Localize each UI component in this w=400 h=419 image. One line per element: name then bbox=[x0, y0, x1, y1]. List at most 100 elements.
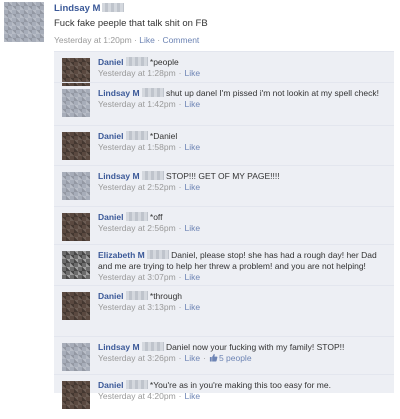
comment-body: Daniel *You're as in you're making this … bbox=[98, 380, 388, 402]
avatar[interactable] bbox=[62, 251, 90, 279]
separator: · bbox=[178, 302, 182, 312]
comment: Daniel *through Yesterday at 3:13pm · Like bbox=[54, 285, 394, 337]
comment-author-name[interactable]: Lindsay M bbox=[98, 342, 140, 352]
separator: · bbox=[134, 35, 137, 45]
separator: · bbox=[178, 391, 182, 401]
comments-list: Daniel *people Yesterday at 1:28pm · Like Li… bbox=[54, 51, 394, 409]
comment-like-link[interactable]: Like bbox=[185, 272, 201, 282]
comment-meta: Yesterday at 4:20pm · Like bbox=[98, 391, 388, 402]
avatar[interactable] bbox=[62, 213, 90, 241]
avatar[interactable] bbox=[62, 343, 90, 371]
comment-text: *through bbox=[149, 291, 183, 301]
comment-timestamp[interactable]: Yesterday at 1:42pm bbox=[98, 99, 176, 109]
comment-timestamp[interactable]: Yesterday at 3:13pm bbox=[98, 302, 176, 312]
status-post: Lindsay M Fuck fake peeple that talk shi… bbox=[0, 0, 400, 52]
comment-like-link[interactable]: Like bbox=[185, 353, 201, 363]
separator: · bbox=[178, 182, 182, 192]
comment-text: shut up danel I'm pissed i'm not lookin … bbox=[165, 88, 379, 98]
comment-body: Lindsay M STOP!!! GET OF MY PAGE!!!! Yest… bbox=[98, 171, 388, 193]
comment-timestamp[interactable]: Yesterday at 4:20pm bbox=[98, 391, 176, 401]
redacted-name-block bbox=[125, 131, 148, 140]
comment: Lindsay M Daniel now your fucking with m… bbox=[54, 336, 394, 375]
avatar[interactable] bbox=[62, 292, 90, 320]
comment-author-name[interactable]: Elizabeth M bbox=[98, 250, 145, 260]
comment-text: *You're as in you're making this too eas… bbox=[149, 380, 331, 390]
comment-body: Lindsay M Daniel now your fucking with m… bbox=[98, 342, 388, 364]
comment-author-name[interactable]: Lindsay M bbox=[98, 88, 140, 98]
comment-link[interactable]: Comment bbox=[162, 35, 199, 45]
avatar[interactable] bbox=[62, 89, 90, 117]
comment-meta: Yesterday at 2:52pm · Like bbox=[98, 182, 388, 193]
comment-author-name[interactable]: Daniel bbox=[98, 212, 124, 222]
redacted-name-block bbox=[125, 380, 148, 389]
comment-body: Daniel *off Yesterday at 2:56pm · Like bbox=[98, 212, 388, 234]
comment-like-link[interactable]: Like bbox=[185, 223, 201, 233]
comment-like-link[interactable]: Like bbox=[185, 99, 201, 109]
avatar[interactable] bbox=[62, 381, 90, 409]
comment-like-link[interactable]: Like bbox=[185, 302, 201, 312]
redacted-name-block bbox=[102, 3, 125, 12]
comment-like-link[interactable]: Like bbox=[185, 182, 201, 192]
comment-meta: Yesterday at 2:56pm · Like bbox=[98, 223, 388, 234]
comment-body: Daniel *people Yesterday at 1:28pm · Like bbox=[98, 57, 388, 79]
comment: Daniel *Daniel Yesterday at 1:58pm · Like bbox=[54, 125, 394, 166]
avatar[interactable] bbox=[62, 172, 90, 200]
comment-timestamp[interactable]: Yesterday at 1:58pm bbox=[98, 142, 176, 152]
like-link[interactable]: Like bbox=[139, 35, 155, 45]
likes-count-text[interactable]: 5 people bbox=[219, 353, 252, 363]
post-meta: Yesterday at 1:20pm · Like · Comment bbox=[54, 35, 199, 45]
comment-text: STOP!!! GET OF MY PAGE!!!! bbox=[165, 171, 280, 181]
comment-text: *Daniel bbox=[149, 131, 178, 141]
comment-author-name[interactable]: Daniel bbox=[98, 57, 124, 67]
comment: Daniel *You're as in you're making this … bbox=[54, 374, 394, 419]
comment-like-link[interactable]: Like bbox=[185, 391, 201, 401]
avatar[interactable] bbox=[4, 2, 44, 42]
comment: Lindsay M STOP!!! GET OF MY PAGE!!!! Yest… bbox=[54, 165, 394, 207]
comment-author-name[interactable]: Lindsay M bbox=[98, 171, 140, 181]
likes-count-link[interactable]: 5 people bbox=[209, 353, 252, 363]
comment-body: Daniel *Daniel Yesterday at 1:58pm · Like bbox=[98, 131, 388, 153]
separator: · bbox=[178, 68, 182, 78]
thumbs-up-icon bbox=[209, 353, 218, 362]
separator: · bbox=[178, 99, 182, 109]
separator: · bbox=[157, 35, 161, 45]
redacted-name-block bbox=[125, 291, 148, 300]
separator: · bbox=[178, 353, 182, 363]
post-timestamp[interactable]: Yesterday at 1:20pm bbox=[54, 35, 132, 45]
comment: Elizabeth M Daniel, please stop! she has… bbox=[54, 244, 394, 286]
comment-author-name[interactable]: Daniel bbox=[98, 291, 124, 301]
comment: Daniel *people Yesterday at 1:28pm · Like bbox=[54, 51, 394, 86]
comment-like-link[interactable]: Like bbox=[185, 68, 201, 78]
separator: · bbox=[178, 272, 182, 282]
comment: Daniel *off Yesterday at 2:56pm · Like bbox=[54, 206, 394, 245]
comment-body: Elizabeth M Daniel, please stop! she has… bbox=[98, 250, 388, 283]
redacted-name-block bbox=[125, 212, 148, 221]
separator: · bbox=[203, 353, 206, 363]
comment-meta: Yesterday at 3:26pm · Like · 5 people bbox=[98, 353, 388, 364]
comment-body: Lindsay M shut up danel I'm pissed i'm n… bbox=[98, 88, 388, 110]
comment-text: *people bbox=[149, 57, 179, 67]
comment-author-name[interactable]: Daniel bbox=[98, 380, 124, 390]
redacted-name-block bbox=[146, 250, 169, 259]
comment-meta: Yesterday at 1:28pm · Like bbox=[98, 68, 388, 79]
comment-timestamp[interactable]: Yesterday at 3:07pm bbox=[98, 272, 176, 282]
comment-timestamp[interactable]: Yesterday at 2:52pm bbox=[98, 182, 176, 192]
redacted-name-block bbox=[125, 57, 148, 66]
separator: · bbox=[178, 142, 182, 152]
redacted-name-block bbox=[141, 171, 164, 180]
comment-meta: Yesterday at 3:07pm · Like bbox=[98, 272, 388, 283]
comment-text: *off bbox=[149, 212, 163, 222]
comment-timestamp[interactable]: Yesterday at 3:26pm bbox=[98, 353, 176, 363]
comment-timestamp[interactable]: Yesterday at 2:56pm bbox=[98, 223, 176, 233]
comment-like-link[interactable]: Like bbox=[185, 142, 201, 152]
comment-text: Daniel now your fucking with my family! … bbox=[165, 342, 345, 352]
comment-timestamp[interactable]: Yesterday at 1:28pm bbox=[98, 68, 176, 78]
comment-meta: Yesterday at 3:13pm · Like bbox=[98, 302, 388, 313]
redacted-name-block bbox=[141, 342, 164, 351]
comment-author-name[interactable]: Daniel bbox=[98, 131, 124, 141]
post-author-text[interactable]: Lindsay M bbox=[54, 3, 100, 14]
post-author-name[interactable]: Lindsay M bbox=[54, 3, 125, 14]
comment-body: Daniel *through Yesterday at 3:13pm · Like bbox=[98, 291, 388, 313]
post-message: Fuck fake peeple that talk shit on FB bbox=[54, 18, 208, 29]
avatar[interactable] bbox=[62, 132, 90, 160]
